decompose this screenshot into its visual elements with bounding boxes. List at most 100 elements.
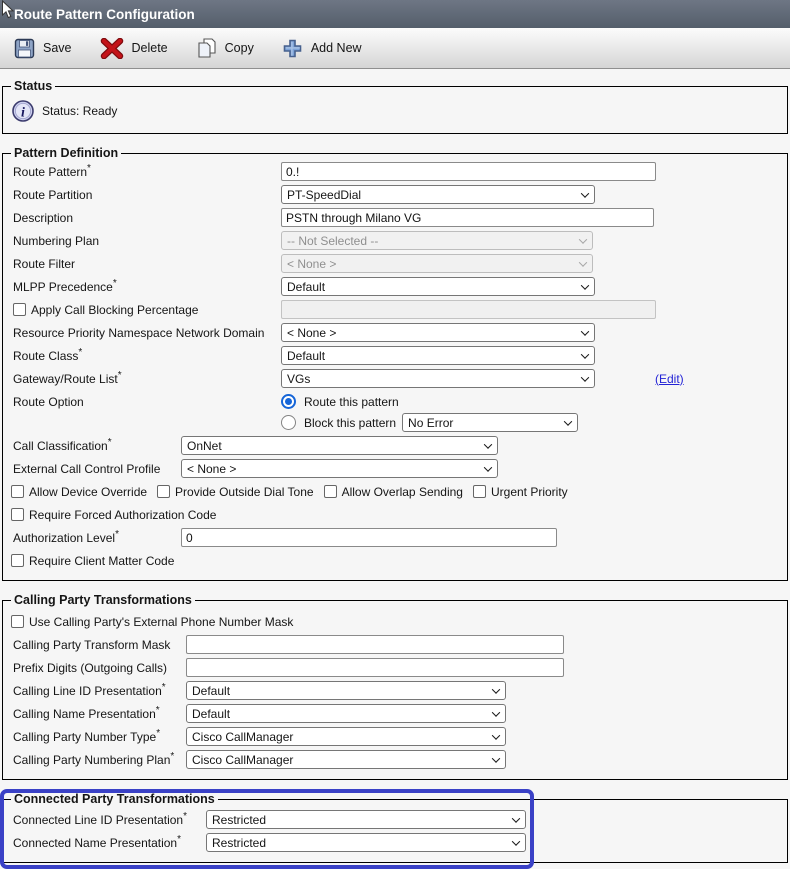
connected-line-id-label: Connected Line ID Presentation* [11,813,206,827]
urgent-priority-label: Urgent Priority [491,485,568,499]
require-cmc-row: Require Client Matter Code [11,551,779,570]
calling-number-type-select[interactable]: Cisco CallManager [186,727,506,746]
route-filter-label: Route Filter [11,257,281,271]
route-class-label: Route Class* [11,349,281,363]
save-button[interactable]: Save [14,38,72,59]
chevron-down-icon [492,731,500,739]
connected-name-presentation-select[interactable]: Restricted [206,833,526,852]
call-classification-select[interactable]: OnNet [181,436,498,455]
allow-overlap-sending-label: Allow Overlap Sending [342,485,463,499]
allow-device-override-label: Allow Device Override [29,485,147,499]
route-filter-row: Route Filter < None > [11,254,779,273]
svg-text:i: i [21,106,25,121]
use-ext-mask-row: Use Calling Party's External Phone Numbe… [11,612,779,631]
window-titlebar: Route Pattern Configuration [0,0,790,28]
require-cmc-label: Require Client Matter Code [29,554,174,568]
calling-name-presentation-label: Calling Name Presentation* [11,707,186,721]
provide-outside-dial-tone-checkbox[interactable] [157,485,170,498]
save-icon [14,38,35,59]
route-this-pattern-radio[interactable] [281,394,296,409]
block-error-select[interactable]: No Error [402,413,578,432]
route-class-select[interactable]: Default [281,346,595,365]
pattern-definition-section: Pattern Definition Route Pattern* Route … [2,146,788,581]
connected-name-presentation-row: Connected Name Presentation* Restricted [11,833,779,852]
prefix-digits-label: Prefix Digits (Outgoing Calls) [11,661,186,675]
authorization-level-input[interactable] [181,528,557,547]
calling-name-presentation-select[interactable]: Default [186,704,506,723]
route-partition-select[interactable]: PT-SpeedDial [281,185,595,204]
chevron-down-icon [484,463,492,471]
route-pattern-label: Route Pattern* [11,165,281,179]
page-title: Route Pattern Configuration [14,7,195,22]
calling-numbering-plan-label: Calling Party Numbering Plan* [11,753,186,767]
route-pattern-row: Route Pattern* [11,162,779,181]
calling-name-presentation-row: Calling Name Presentation* Default [11,704,779,723]
delete-button[interactable]: Delete [100,38,168,59]
chevron-down-icon [492,754,500,762]
urgent-priority-checkbox[interactable] [473,485,486,498]
chevron-down-icon [581,189,589,197]
pattern-definition-legend: Pattern Definition [11,146,121,160]
calling-number-type-label: Calling Party Number Type* [11,730,186,744]
save-label: Save [43,41,72,55]
add-new-button[interactable]: Add New [282,38,362,59]
use-external-phone-mask-checkbox[interactable] [11,615,24,628]
transform-mask-input[interactable] [186,635,564,654]
calling-numbering-plan-row: Calling Party Numbering Plan* Cisco Call… [11,750,779,769]
apply-call-blocking-checkbox[interactable] [13,303,26,316]
mouse-cursor-icon [1,0,15,20]
transform-mask-label: Calling Party Transform Mask [11,638,186,652]
resource-priority-label: Resource Priority Namespace Network Doma… [11,326,281,340]
chevron-down-icon [512,814,520,822]
use-external-phone-mask-label: Use Calling Party's External Phone Numbe… [29,615,293,629]
authorization-level-row: Authorization Level* [11,528,779,547]
resource-priority-select[interactable]: < None > [281,323,595,342]
copy-label: Copy [225,41,254,55]
require-fac-checkbox[interactable] [11,508,24,521]
status-section: Status i Status: Ready [2,79,788,134]
calling-numbering-plan-select[interactable]: Cisco CallManager [186,750,506,769]
route-class-row: Route Class* Default [11,346,779,365]
external-call-control-select[interactable]: < None > [181,459,498,478]
chevron-down-icon [581,327,589,335]
description-input[interactable] [281,208,654,227]
block-option-row: Block this pattern No Error [11,413,779,432]
edit-link[interactable]: (Edit) [655,372,684,386]
call-classification-label: Call Classification* [11,439,181,453]
chevron-down-icon [581,373,589,381]
block-this-pattern-label: Block this pattern [304,416,396,430]
connected-line-id-select[interactable]: Restricted [206,810,526,829]
call-blocking-percentage-input [281,300,656,319]
gateway-route-list-select[interactable]: VGs [281,369,595,388]
apply-call-blocking-row: Apply Call Blocking Percentage [11,300,779,319]
route-pattern-input[interactable] [281,162,656,181]
add-new-label: Add New [311,41,362,55]
calling-number-type-row: Calling Party Number Type* Cisco CallMan… [11,727,779,746]
mlpp-precedence-select[interactable]: Default [281,277,595,296]
prefix-digits-input[interactable] [186,658,564,677]
add-new-icon [282,38,303,59]
connected-party-legend: Connected Party Transformations [11,792,218,806]
numbering-plan-label: Numbering Plan [11,234,281,248]
chevron-down-icon [581,350,589,358]
block-this-pattern-radio[interactable] [281,415,296,430]
prefix-digits-row: Prefix Digits (Outgoing Calls) [11,658,779,677]
copy-button[interactable]: Copy [196,37,254,59]
call-classification-row: Call Classification* OnNet [11,436,779,455]
route-partition-label: Route Partition [11,188,281,202]
status-legend: Status [11,79,55,93]
allow-device-override-checkbox[interactable] [11,485,24,498]
delete-label: Delete [132,41,168,55]
external-call-control-label: External Call Control Profile [11,462,181,476]
route-this-pattern-label: Route this pattern [304,395,399,409]
calling-line-id-select[interactable]: Default [186,681,506,700]
connected-party-section: Connected Party Transformations Connecte… [2,792,788,863]
mlpp-precedence-row: MLPP Precedence* Default [11,277,779,296]
chevron-down-icon [564,417,572,425]
route-partition-row: Route Partition PT-SpeedDial [11,185,779,204]
toolbar: Save Delete Copy Add New [0,28,790,69]
connected-name-presentation-label: Connected Name Presentation* [11,836,206,850]
calling-line-id-row: Calling Line ID Presentation* Default [11,681,779,700]
require-cmc-checkbox[interactable] [11,554,24,567]
allow-overlap-sending-checkbox[interactable] [324,485,337,498]
